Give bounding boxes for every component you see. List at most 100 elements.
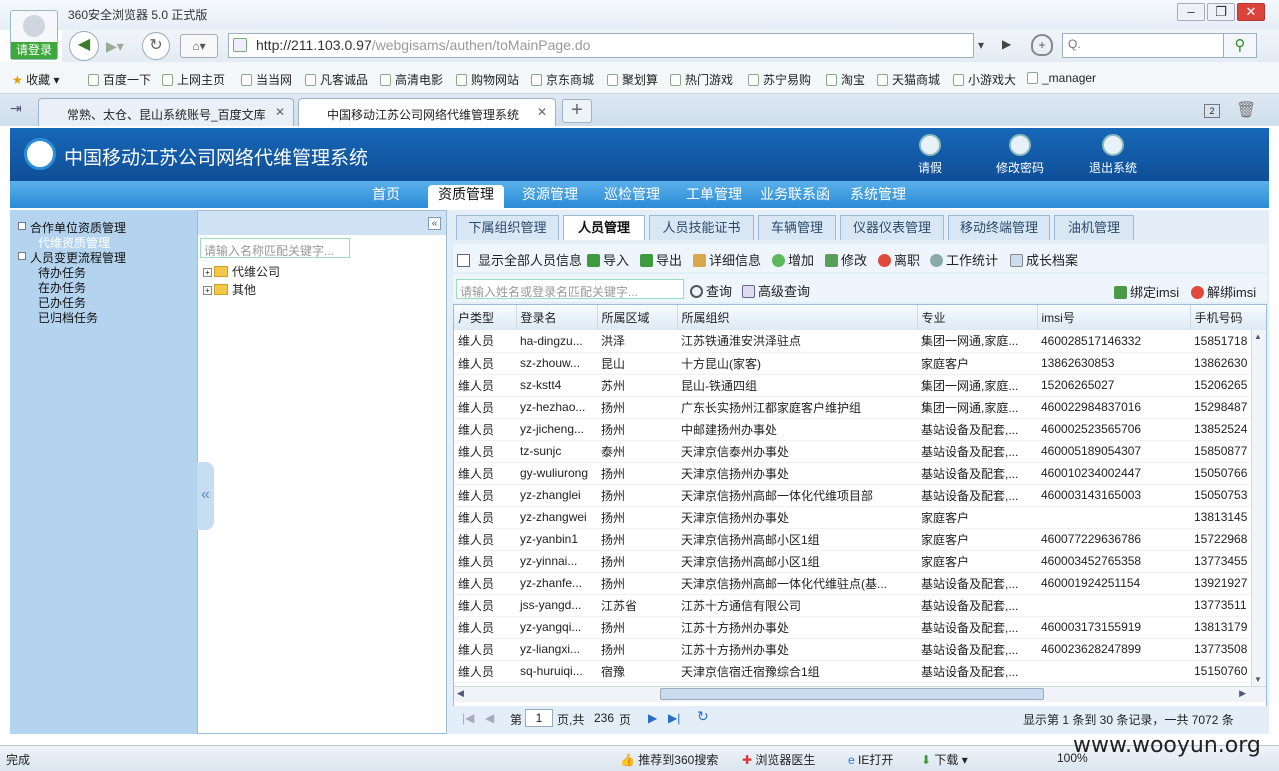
name-query-input[interactable]: 请输入姓名或登录名匹配关键字... — [456, 279, 684, 299]
trash-icon[interactable]: 🗑 — [1236, 100, 1256, 120]
subtab-generator[interactable]: 油机管理 — [1054, 215, 1134, 240]
fav-suning[interactable]: 苏宁易购 — [748, 71, 811, 88]
table-row[interactable]: 维人员 ha-dingzu... 洪泽 江苏铁通淮安洪泽驻点 集团一网通,家庭... 46… — [454, 330, 1266, 353]
scroll-down-icon[interactable]: ▼ — [1254, 675, 1262, 684]
org-search-input[interactable]: 请输入名称匹配关键字... — [200, 238, 350, 258]
change-password-button[interactable]: 修改密码 — [990, 134, 1050, 176]
user-avatar[interactable]: 请登录 — [10, 10, 58, 60]
fav-tmall[interactable]: 天猫商城 — [877, 71, 940, 88]
subtab-skill-cert[interactable]: 人员技能证书 — [649, 215, 754, 240]
fav-baidu[interactable]: 百度一下 — [88, 71, 151, 88]
close-tab-icon[interactable]: ✕ — [275, 105, 285, 119]
shield-icon[interactable]: + — [1031, 34, 1053, 56]
table-row[interactable]: 维人员 yz-zhanfe... 扬州 天津京信扬州高邮一体化代维驻点(基... 基站设… — [454, 572, 1266, 595]
growth-record-button[interactable]: 成长档案 — [1010, 250, 1078, 269]
sidebar-toggle-icon[interactable]: ⇥ — [10, 100, 22, 117]
add-button[interactable]: 增加 — [772, 250, 814, 269]
download-button[interactable]: ⬇ 下载 ▾ — [921, 751, 968, 768]
fav-manager[interactable]: _manager — [1027, 71, 1096, 85]
work-stats-button[interactable]: 工作统计 — [930, 250, 998, 269]
menu-business-letter[interactable]: 业务联系函 — [750, 185, 840, 208]
next-page-icon[interactable]: ▶ — [648, 711, 657, 725]
menu-inspection[interactable]: 巡检管理 — [594, 185, 670, 208]
col-login[interactable]: 登录名 — [516, 305, 598, 330]
search-engine-icon[interactable]: Q. — [1068, 37, 1081, 51]
table-row[interactable]: 维人员 gy-wuliurong 扬州 天津京信扬州办事处 基站设备及配套,... 460… — [454, 462, 1266, 485]
tab-baidu-wenku[interactable]: 常熟、太仓、昆山系统账号_百度文库 ✕ — [38, 98, 294, 126]
org-node-other[interactable]: + 其他 — [203, 281, 256, 298]
table-row[interactable]: 维人员 yz-hezhao... 扬州 广东长实扬州江都家庭客户维护组 集团一网通,家庭… — [454, 396, 1266, 419]
table-row[interactable]: 维人员 yz-zhanglei 扬州 天津京信扬州高邮一体化代维项目部 基站设备及配套,… — [454, 484, 1266, 507]
tab-daiwei-system[interactable]: 中国移动江苏公司网络代维管理系统 ✕ — [298, 98, 556, 126]
fav-games[interactable]: 热门游戏 — [670, 71, 733, 88]
scroll-right-icon[interactable]: ▶ — [1239, 688, 1246, 699]
table-row[interactable]: 维人员 sq-huruiqi... 宿豫 天津京信宿迁宿豫综合1组 基站设备及配套,..… — [454, 660, 1266, 683]
horizontal-scroll-thumb[interactable] — [660, 688, 1044, 700]
detail-button[interactable]: 详细信息 — [693, 250, 761, 269]
table-row[interactable]: 维人员 sz-kstt4 苏州 昆山-铁通四组 集团一网通,家庭... 152062650… — [454, 374, 1266, 397]
table-row[interactable]: 维人员 yz-jicheng... 扬州 中邮建扬州办事处 基站设备及配套,... 460… — [454, 418, 1266, 441]
tab-count-badge[interactable]: 2 — [1204, 104, 1220, 118]
home-button[interactable]: ⌂▾ — [180, 34, 218, 58]
query-button[interactable]: 查询 — [690, 281, 732, 300]
menu-workorder[interactable]: 工单管理 — [676, 185, 752, 208]
recommend-360-button[interactable]: 👍 推荐到360搜索 — [620, 751, 718, 768]
menu-home[interactable]: 首页 — [362, 185, 410, 208]
fav-juhuasuan[interactable]: 聚划算 — [607, 71, 658, 88]
url-text[interactable]: http://211.103.0.97/webgisams/authen/toM… — [256, 37, 590, 53]
ie-open-button[interactable]: e IE打开 — [848, 751, 893, 768]
col-org[interactable]: 所属组织 — [677, 305, 918, 330]
fav-shopping[interactable]: 购物网站 — [456, 71, 519, 88]
leave-request-button[interactable]: 请假 — [900, 134, 960, 176]
col-user-type[interactable]: 户类型 — [454, 305, 517, 330]
show-all-checkbox[interactable] — [457, 254, 470, 267]
browser-doctor-button[interactable]: ✚ 浏览器医生 — [742, 751, 815, 768]
advanced-query-button[interactable]: 高级查询 — [742, 281, 810, 300]
table-row[interactable]: 维人员 yz-yangqi... 扬州 江苏十方扬州办事处 基站设备及配套,... 460… — [454, 616, 1266, 639]
url-dropdown-icon[interactable]: ▾ — [978, 38, 984, 52]
fav-homepage[interactable]: 上网主页 — [162, 71, 225, 88]
close-tab-icon[interactable]: ✕ — [537, 105, 547, 119]
fav-taobao[interactable]: 淘宝 — [826, 71, 865, 88]
prev-page-icon[interactable]: ◀ — [485, 711, 494, 725]
table-row[interactable]: 维人员 sz-zhouw... 昆山 十方昆山(家客) 家庭客户 13862630853 1… — [454, 352, 1266, 375]
new-tab-button[interactable]: + — [562, 99, 592, 123]
subtab-sub-org[interactable]: 下属组织管理 — [456, 215, 559, 240]
bind-imsi-button[interactable]: 绑定imsi — [1114, 282, 1179, 301]
expand-icon[interactable]: + — [203, 268, 212, 277]
subtab-mobile-terminal[interactable]: 移动终端管理 — [948, 215, 1050, 240]
logout-button[interactable]: 退出系统 — [1083, 134, 1143, 176]
expand-icon[interactable]: + — [203, 286, 212, 295]
search-icon[interactable]: ⚲ — [1223, 33, 1257, 58]
table-row[interactable]: 维人员 jss-yangd... 江苏省 江苏十方通信有限公司 基站设备及配套,... 1… — [454, 594, 1266, 617]
fav-dangdang[interactable]: 当当网 — [241, 71, 292, 88]
table-row[interactable]: 维人员 yz-liangxi... 扬州 江苏十方扬州办事处 基站设备及配套,... 46… — [454, 638, 1266, 661]
export-button[interactable]: 导出 — [640, 250, 682, 269]
import-button[interactable]: 导入 — [587, 250, 629, 269]
menu-resource[interactable]: 资源管理 — [512, 185, 588, 208]
refresh-button[interactable]: ↻ — [142, 32, 170, 60]
table-row[interactable]: 维人员 yz-yinnai... 扬州 天津京信扬州高邮小区1组 家庭客户 4600034… — [454, 550, 1266, 573]
col-region[interactable]: 所属区域 — [597, 305, 678, 330]
first-page-icon[interactable]: |◀ — [462, 711, 474, 725]
menu-qualification[interactable]: 资质管理 — [428, 185, 504, 208]
go-button[interactable]: ▶ — [1002, 37, 1011, 51]
back-button[interactable]: ◀ — [69, 31, 99, 61]
menu-system[interactable]: 系统管理 — [840, 185, 916, 208]
maximize-button[interactable]: ❐ — [1207, 3, 1235, 21]
splitter-collapse-handle[interactable]: « — [197, 462, 214, 530]
refresh-icon[interactable]: ↻ — [697, 708, 709, 725]
fav-minigames[interactable]: 小游戏大 — [953, 71, 1016, 88]
fav-vancl[interactable]: 凡客诚品 — [305, 71, 368, 88]
fav-movies[interactable]: 高清电影 — [380, 71, 443, 88]
col-phone[interactable]: 手机号码 — [1190, 305, 1266, 330]
leave-job-button[interactable]: 离职 — [878, 250, 920, 269]
vertical-scrollbar[interactable]: ▲ ▼ — [1251, 330, 1266, 686]
scroll-left-icon[interactable]: ◀ — [457, 688, 464, 699]
table-row[interactable]: 维人员 yz-yanbin1 扬州 天津京信扬州高邮小区1组 家庭客户 460077229… — [454, 528, 1266, 551]
close-window-button[interactable]: ✕ — [1237, 3, 1265, 21]
forward-button[interactable]: ▶▾ — [106, 38, 124, 55]
last-page-icon[interactable]: ▶| — [668, 711, 680, 725]
org-node-daiwei[interactable]: + 代维公司 — [203, 263, 280, 280]
tree-archived[interactable]: 已归档任务 — [38, 309, 98, 326]
